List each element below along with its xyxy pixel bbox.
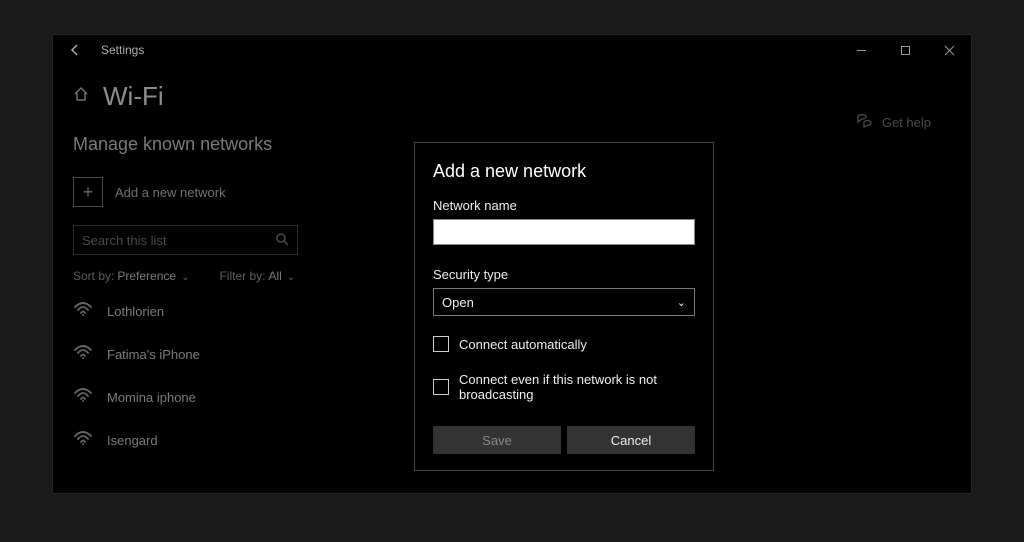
security-type-select[interactable]: Open ⌄ — [433, 288, 695, 316]
checkbox-icon — [433, 336, 449, 352]
maximize-button[interactable] — [883, 35, 927, 65]
search-icon — [275, 232, 289, 249]
security-type-value: Open — [442, 295, 474, 310]
title-bar: Settings — [53, 35, 971, 65]
security-type-label: Security type — [433, 267, 695, 282]
network-name: Isengard — [107, 433, 158, 448]
wifi-icon — [73, 301, 93, 322]
checkbox-icon — [433, 379, 449, 395]
get-help-link[interactable]: Get help — [856, 113, 931, 132]
network-name-input[interactable] — [433, 219, 695, 245]
chevron-down-icon: ⌄ — [181, 272, 189, 283]
search-placeholder: Search this list — [82, 233, 275, 248]
add-network-label: Add a new network — [115, 185, 226, 200]
save-button[interactable]: Save — [433, 426, 561, 454]
wifi-icon — [73, 387, 93, 408]
help-icon — [856, 113, 872, 132]
app-title: Settings — [97, 43, 144, 57]
connect-automatically-checkbox[interactable]: Connect automatically — [433, 336, 695, 352]
minimize-button[interactable] — [839, 35, 883, 65]
sort-by-dropdown[interactable]: Sort by:Preference⌄ — [73, 269, 189, 283]
network-name-label: Network name — [433, 198, 695, 213]
search-input[interactable]: Search this list — [73, 225, 298, 255]
connect-auto-label: Connect automatically — [459, 337, 587, 352]
connect-hidden-checkbox[interactable]: Connect even if this network is not broa… — [433, 372, 695, 402]
add-network-dialog: Add a new network Network name Security … — [414, 142, 714, 471]
filter-by-dropdown[interactable]: Filter by:All⌄ — [219, 269, 295, 283]
chevron-down-icon: ⌄ — [677, 296, 686, 309]
wifi-icon — [73, 344, 93, 365]
wifi-icon — [73, 430, 93, 451]
help-label: Get help — [882, 115, 931, 130]
settings-window: Settings Wi-Fi Manage known networks + A… — [52, 34, 972, 494]
network-name: Lothlorien — [107, 304, 164, 319]
dialog-title: Add a new network — [433, 161, 695, 182]
plus-icon: + — [73, 177, 103, 207]
chevron-down-icon: ⌄ — [287, 272, 295, 283]
network-name: Momina iphone — [107, 390, 196, 405]
close-button[interactable] — [927, 35, 971, 65]
back-button[interactable] — [53, 41, 97, 60]
network-name: Fatima's iPhone — [107, 347, 200, 362]
page-title: Wi-Fi — [103, 81, 164, 112]
connect-hidden-label: Connect even if this network is not broa… — [459, 372, 695, 402]
cancel-button[interactable]: Cancel — [567, 426, 695, 454]
home-icon[interactable] — [73, 86, 89, 107]
